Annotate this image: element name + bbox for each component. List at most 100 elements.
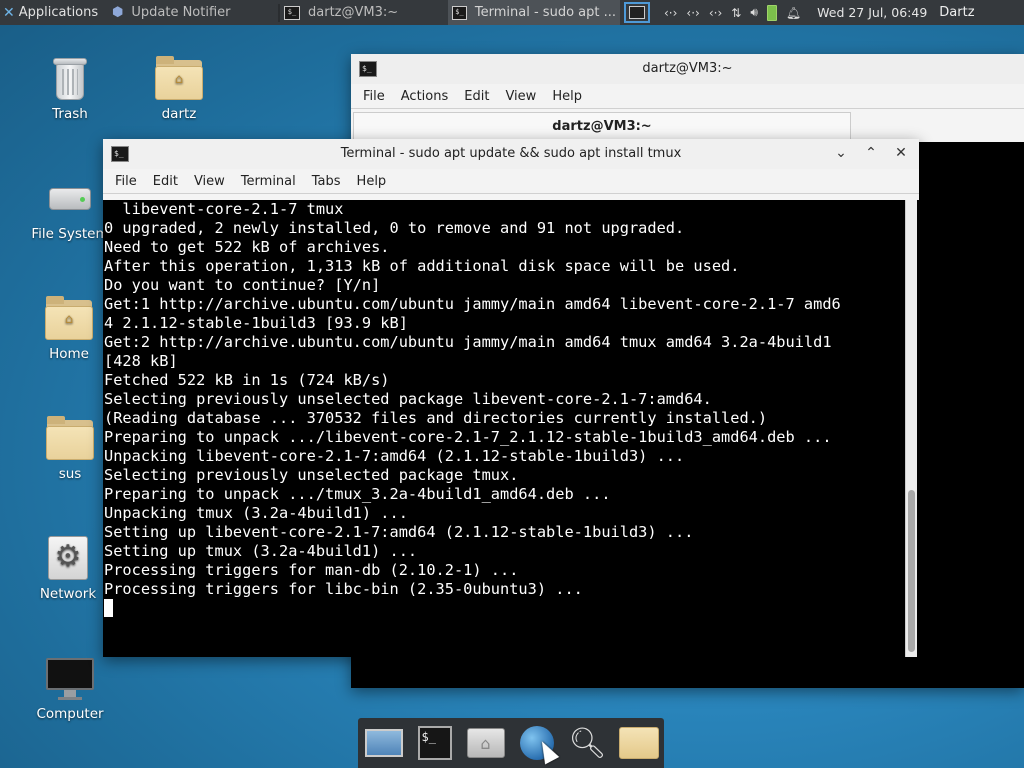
terminal-prompt-line <box>104 599 904 618</box>
menu-help[interactable]: Help <box>544 89 590 104</box>
top-panel: ✕ Applications ⬢ Update Notifier $_ dart… <box>0 0 1024 25</box>
desktop-icon-file-system[interactable]: File System <box>25 174 115 242</box>
desktop-icon-label: Trash <box>52 106 88 122</box>
terminal-line: libevent-core-2.1-7 tmux <box>104 200 344 218</box>
notification-bell-icon[interactable]: 🔔︎ <box>786 6 801 20</box>
home-folder-icon: ⌂ <box>155 54 203 102</box>
menu-terminal[interactable]: Terminal <box>233 174 304 189</box>
clock[interactable]: Wed 27 Jul, 06:49 <box>809 5 935 20</box>
terminal-line: Selecting previously unselected package … <box>104 466 519 484</box>
desktop-icon-label: File System <box>31 226 109 242</box>
close-icon[interactable]: ✕ <box>893 145 909 161</box>
desktop-icon-label: Home <box>49 346 89 362</box>
menu-edit[interactable]: Edit <box>456 89 497 104</box>
volume-icon[interactable]: 🔊︎ <box>750 5 758 20</box>
network-activity-icon[interactable]: ‹·› <box>709 6 722 20</box>
window-titlebar[interactable]: $_ Terminal - sudo apt update && sudo ap… <box>103 139 919 169</box>
taskbar-item-label: Terminal - sudo apt ... <box>474 5 616 20</box>
terminal-line: Preparing to unpack .../libevent-core-2.… <box>104 428 832 446</box>
menu-view[interactable]: View <box>497 89 544 104</box>
terminal-window-apt[interactable]: $_ Terminal - sudo apt update && sudo ap… <box>103 139 919 657</box>
workspace-switcher[interactable] <box>624 2 650 23</box>
terminal-scrollbar[interactable] <box>905 200 917 657</box>
terminal-line: 0 upgraded, 2 newly installed, 0 to remo… <box>104 219 685 237</box>
terminal-line: Get:1 http://archive.ubuntu.com/ubuntu j… <box>104 295 841 313</box>
menubar: File Actions Edit View Help <box>351 84 1024 109</box>
taskbar-item-label: Update Notifier <box>131 5 231 20</box>
network-transfer-icon[interactable]: ⇅ <box>731 6 741 20</box>
dock-show-desktop[interactable] <box>361 721 407 765</box>
terminal-line: Processing triggers for man-db (2.10.2-1… <box>104 561 519 579</box>
update-notifier-icon: ⬢ <box>112 5 124 20</box>
terminal-cursor <box>104 599 113 617</box>
workspace-thumbnail <box>629 6 645 19</box>
window-controls: ⌄ ⌃ ✕ <box>833 145 909 161</box>
minimize-icon[interactable]: ⌄ <box>833 145 849 161</box>
folder-icon <box>46 414 94 462</box>
window-titlebar[interactable]: $_ dartz@VM3:~ <box>351 54 1024 84</box>
menu-file[interactable]: File <box>107 174 145 189</box>
desktop-icon-sus[interactable]: sus <box>25 414 115 482</box>
computer-icon <box>46 654 94 702</box>
terminal-icon: $_ <box>452 5 467 20</box>
dock-search[interactable]: 🔍︎ <box>565 721 611 765</box>
taskbar-item-dartz-terminal[interactable]: $_ dartz@VM3:~ <box>280 0 448 25</box>
dock-folder[interactable] <box>616 721 662 765</box>
menu-edit[interactable]: Edit <box>145 174 186 189</box>
window-title: Terminal - sudo apt update && sudo apt i… <box>340 146 682 161</box>
desktop-icon-label: sus <box>58 466 82 482</box>
menu-view[interactable]: View <box>186 174 233 189</box>
terminal-icon: $_ <box>111 146 129 162</box>
battery-icon[interactable] <box>766 4 777 21</box>
terminal-output[interactable]: libevent-core-2.1-7 tmux 0 upgraded, 2 ne… <box>103 200 919 657</box>
terminal-line: Unpacking tmux (3.2a-4build1) ... <box>104 504 408 522</box>
home-folder-icon: ⌂ <box>45 294 93 342</box>
desktop-icon-label: dartz <box>161 106 197 122</box>
terminal-line: Need to get 522 kB of archives. <box>104 238 390 256</box>
network-activity-icon[interactable]: ‹·› <box>686 6 699 20</box>
menubar: File Edit View Terminal Tabs Help <box>103 169 919 194</box>
show-desktop-icon <box>364 729 403 757</box>
desktop-icon-dartz[interactable]: ⌂ dartz <box>134 54 224 122</box>
search-icon: 🔍︎ <box>568 725 607 761</box>
maximize-icon[interactable]: ⌃ <box>863 145 879 161</box>
terminal-line: Fetched 522 kB in 1s (724 kB/s) <box>104 371 390 389</box>
dock: $_ ⌂ 🔍︎ <box>358 718 664 768</box>
terminal-line: Do you want to continue? [Y/n] <box>104 276 381 294</box>
desktop-icon-computer[interactable]: Computer <box>25 654 115 722</box>
trash-icon <box>46 54 94 102</box>
dock-file-manager[interactable]: ⌂ <box>463 721 509 765</box>
terminal-line: [428 kB] <box>104 352 178 370</box>
drive-icon <box>46 174 94 222</box>
terminal-line: 4 2.1.12-stable-1build3 [93.9 kB] <box>104 314 408 332</box>
network-icon: ⚙ <box>44 534 92 582</box>
menu-tabs[interactable]: Tabs <box>304 174 349 189</box>
terminal-line: (Reading database ... 370532 files and d… <box>104 409 768 427</box>
taskbar-item-update-notifier[interactable]: ⬢ Update Notifier <box>108 0 278 25</box>
menu-actions[interactable]: Actions <box>393 89 457 104</box>
terminal-line: Setting up libevent-core-2.1-7:amd64 (2.… <box>104 523 694 541</box>
terminal-tab[interactable]: dartz@VM3:~ <box>353 112 851 141</box>
terminal-icon: $_ <box>359 61 377 77</box>
terminal-lines: libevent-core-2.1-7 tmux 0 upgraded, 2 ne… <box>104 200 904 618</box>
terminal-icon: $_ <box>417 726 452 760</box>
terminal-icon: $_ <box>284 5 300 20</box>
scrollbar-thumb[interactable] <box>908 490 915 652</box>
menu-help[interactable]: Help <box>349 174 395 189</box>
dock-terminal[interactable]: $_ <box>412 721 458 765</box>
network-activity-icon[interactable]: ‹·› <box>664 6 677 20</box>
menu-file[interactable]: File <box>355 89 393 104</box>
terminal-line: Unpacking libevent-core-2.1-7:amd64 (2.1… <box>104 447 685 465</box>
desktop-icon-home[interactable]: ⌂ Home <box>24 294 114 362</box>
user-menu[interactable]: Dartz <box>935 5 976 20</box>
window-title: dartz@VM3:~ <box>642 61 733 76</box>
desktop-icon-network[interactable]: ⚙ Network <box>23 534 113 602</box>
terminal-line: After this operation, 1,313 kB of additi… <box>104 257 740 275</box>
taskbar-item-label: dartz@VM3:~ <box>308 5 399 20</box>
terminal-line: Preparing to unpack .../tmux_3.2a-4build… <box>104 485 611 503</box>
taskbar-item-apt-terminal[interactable]: $_ Terminal - sudo apt ... <box>448 0 620 25</box>
desktop-icon-trash[interactable]: Trash <box>25 54 115 122</box>
applications-menu-button[interactable]: ✕ Applications <box>0 0 108 25</box>
indicator-area: ‹·› ‹·› ‹·› ⇅ 🔊︎ 🔔︎ <box>656 4 809 21</box>
xfce-logo-icon: ✕ <box>3 4 15 21</box>
